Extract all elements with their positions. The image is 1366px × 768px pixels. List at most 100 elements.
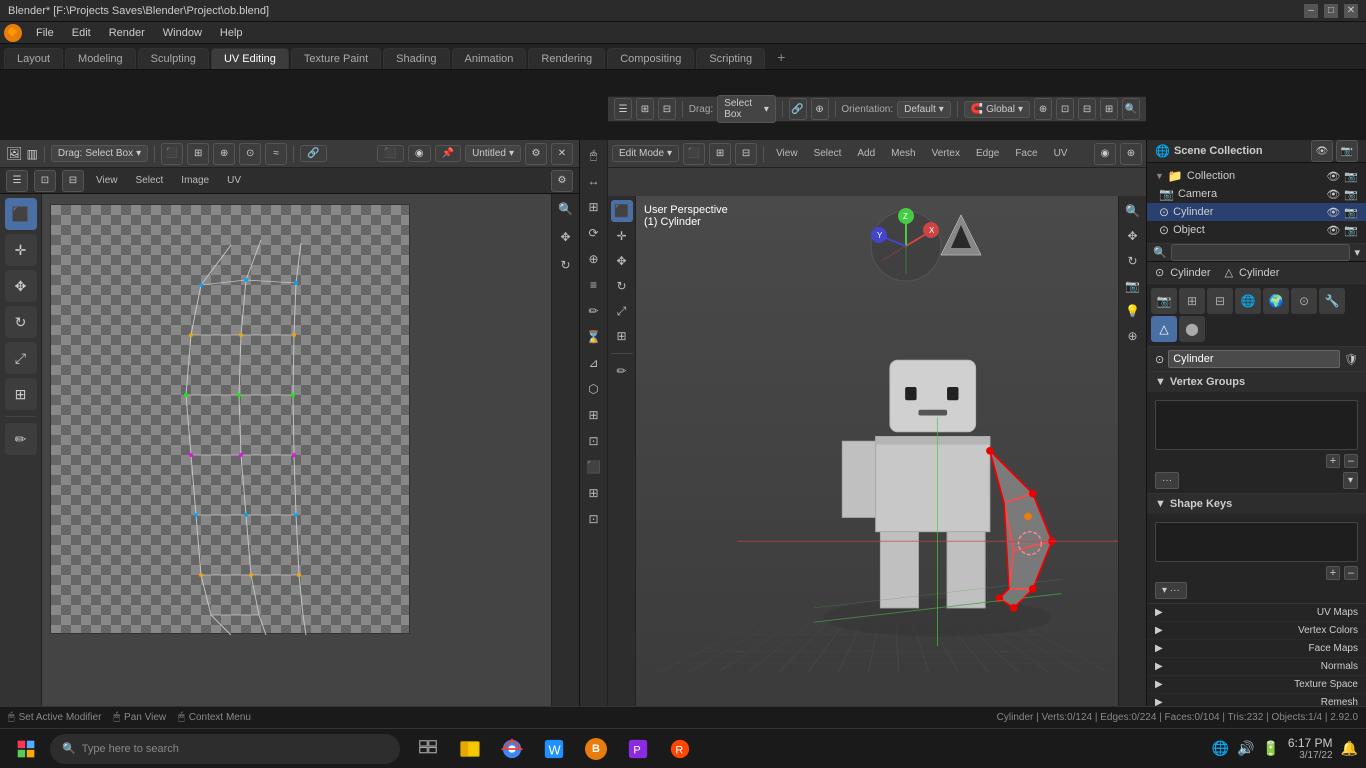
prop-btn-world[interactable]: 🌍 bbox=[1263, 288, 1289, 314]
vp2-right3[interactable]: ⊞ bbox=[1100, 98, 1118, 120]
mid-tool-3[interactable]: ⊞ bbox=[583, 196, 605, 218]
vp2-right4[interactable]: 🔍 bbox=[1122, 98, 1140, 120]
system-clock[interactable]: 6:17 PM 3/17/22 bbox=[1288, 736, 1333, 761]
uv-sub-icon3[interactable]: ⊟ bbox=[62, 170, 84, 192]
viewport-3d[interactable]: ⬛ ✛ ✥ ↻ ⤢ ⊞ ✏ User Perspective (1) Cylin… bbox=[608, 196, 1146, 752]
search-bar[interactable]: 🔍 Type here to search bbox=[50, 734, 400, 764]
transform-tool[interactable]: ⊞ bbox=[611, 325, 633, 347]
vp2-icon3[interactable]: ⊟ bbox=[658, 98, 676, 120]
menu-file[interactable]: File bbox=[28, 25, 62, 41]
uv-maps-row[interactable]: ▶ UV Maps bbox=[1147, 604, 1366, 622]
texture-space-row[interactable]: ▶ Texture Space bbox=[1147, 676, 1366, 694]
mid-tool-11[interactable]: ⊞ bbox=[583, 404, 605, 426]
taskbar-sound-icon[interactable]: 🔊 bbox=[1237, 740, 1254, 757]
prop-btn-output[interactable]: ⊞ bbox=[1179, 288, 1205, 314]
edit-mode-dropdown[interactable]: Edit Mode ▾ bbox=[612, 145, 679, 162]
3d-menu-add[interactable]: Add bbox=[851, 146, 881, 161]
tab-sculpting[interactable]: Sculpting bbox=[138, 48, 209, 69]
prop-btn-view[interactable]: ⊟ bbox=[1207, 288, 1233, 314]
select-tool[interactable]: ⬛ bbox=[611, 200, 633, 222]
mid-tool-7[interactable]: ✏ bbox=[583, 300, 605, 322]
uv-header-icon3[interactable]: ⊕ bbox=[213, 143, 235, 165]
cylinder-name-input[interactable] bbox=[1168, 350, 1340, 368]
uv-right-icon3[interactable]: ↻ bbox=[555, 254, 577, 276]
uv-menu-select[interactable]: Select bbox=[130, 173, 170, 188]
collection-camera[interactable]: 📷 Camera 👁 📷 bbox=[1147, 185, 1366, 203]
menu-render[interactable]: Render bbox=[101, 25, 153, 41]
close-button[interactable]: ✕ bbox=[1344, 4, 1358, 18]
tab-scripting[interactable]: Scripting bbox=[696, 48, 765, 69]
taskbar-app6[interactable]: R bbox=[662, 733, 698, 765]
uv-rotate-tool[interactable]: ↻ bbox=[5, 306, 37, 338]
sk-add-button[interactable]: + bbox=[1326, 566, 1340, 580]
mid-tool-15[interactable]: ⊡ bbox=[583, 508, 605, 530]
orientation-value-btn[interactable]: Default ▾ bbox=[897, 101, 951, 118]
prop-btn-scene[interactable]: 🌐 bbox=[1235, 288, 1261, 314]
prop-btn-modifier[interactable]: 🔧 bbox=[1319, 288, 1345, 314]
uv-header-icon4[interactable]: ⊙ bbox=[239, 143, 261, 165]
start-button[interactable] bbox=[8, 733, 44, 765]
cursor-tool[interactable]: ✛ bbox=[611, 225, 633, 247]
taskbar-chrome[interactable] bbox=[494, 733, 530, 765]
uv-overlay-btn[interactable]: ◉ bbox=[408, 145, 431, 162]
tab-shading[interactable]: Shading bbox=[383, 48, 449, 69]
viewport-overlay-btn[interactable]: ◉ bbox=[1094, 143, 1116, 165]
uv-menu-view[interactable]: View bbox=[90, 173, 124, 188]
vg-more-options[interactable]: ▾ bbox=[1343, 472, 1358, 489]
vp2-right1[interactable]: ⊡ bbox=[1056, 98, 1074, 120]
uv-filename-btn[interactable]: Untitled ▾ bbox=[465, 145, 521, 162]
3d-menu-uv[interactable]: UV bbox=[1048, 146, 1074, 161]
normals-row[interactable]: ▶ Normals bbox=[1147, 658, 1366, 676]
tab-layout[interactable]: Layout bbox=[4, 48, 63, 69]
vp-right-tool3[interactable]: ↻ bbox=[1122, 250, 1144, 272]
annotate-tool[interactable]: ✏ bbox=[611, 360, 633, 382]
prop-btn-object[interactable]: ⊙ bbox=[1291, 288, 1317, 314]
mid-tool-10[interactable]: ⬡ bbox=[583, 378, 605, 400]
mid-tool-14[interactable]: ⊞ bbox=[583, 482, 605, 504]
vp-right-tool5[interactable]: 💡 bbox=[1122, 300, 1144, 322]
collection-render[interactable]: 📷 bbox=[1336, 140, 1358, 162]
3d-menu-mesh[interactable]: Mesh bbox=[885, 146, 921, 161]
drag-mode-button[interactable]: Drag: Select Box ▾ bbox=[51, 145, 148, 162]
menu-help[interactable]: Help bbox=[212, 25, 251, 41]
collection-visibility[interactable]: 👁 bbox=[1311, 140, 1333, 162]
mid-tool-9[interactable]: ⊿ bbox=[583, 352, 605, 374]
uv-sub-icon2[interactable]: ⊡ bbox=[34, 170, 56, 192]
mid-tool-5[interactable]: ⊕ bbox=[583, 248, 605, 270]
taskbar-blender[interactable]: B bbox=[578, 733, 614, 765]
uv-header-icon5[interactable]: ≈ bbox=[265, 143, 287, 165]
shape-keys-header[interactable]: ▼ Shape Keys bbox=[1147, 494, 1366, 514]
uv-image-settings[interactable]: ⚙ bbox=[525, 143, 547, 165]
uv-transform-tool[interactable]: ⊞ bbox=[5, 378, 37, 410]
uv-scale-tool[interactable]: ⤢ bbox=[5, 342, 37, 374]
vp2-snap1[interactable]: 🔗 bbox=[789, 98, 807, 120]
vg-remove-button[interactable]: – bbox=[1344, 454, 1358, 468]
collection-cylinder1[interactable]: ⊙ Cylinder 👁 📷 bbox=[1147, 203, 1366, 221]
3d-menu-edge[interactable]: Edge bbox=[970, 146, 1005, 161]
vertex-groups-header[interactable]: ▼ Vertex Groups bbox=[1147, 372, 1366, 392]
navigation-gizmo[interactable]: X Z Y bbox=[866, 206, 946, 286]
taskbar-battery-icon[interactable]: 🔋 bbox=[1262, 740, 1279, 757]
mid-tool-6[interactable]: ≡ bbox=[583, 274, 605, 296]
tab-rendering[interactable]: Rendering bbox=[528, 48, 605, 69]
uv-header-icon1[interactable]: ⬛ bbox=[161, 143, 183, 165]
collection-object[interactable]: ⊙ Object 👁 📷 bbox=[1147, 221, 1366, 239]
uv-select-tool[interactable]: ⬛ bbox=[5, 198, 37, 230]
vp-right-tool1[interactable]: 🔍 bbox=[1122, 200, 1144, 222]
scale-tool[interactable]: ⤢ bbox=[611, 300, 633, 322]
tab-texture-paint[interactable]: Texture Paint bbox=[291, 48, 381, 69]
uv-annotate-tool[interactable]: ✏ bbox=[5, 423, 37, 455]
mid-tool-12[interactable]: ⊡ bbox=[583, 430, 605, 452]
3d-menu-vertex[interactable]: Vertex bbox=[926, 146, 966, 161]
uv-sub-icon1[interactable]: ☰ bbox=[6, 170, 28, 192]
viewport-gizmo-btn[interactable]: ⊕ bbox=[1120, 143, 1142, 165]
sk-remove-button[interactable]: – bbox=[1344, 566, 1358, 580]
mid-tool-13[interactable]: ⬛ bbox=[583, 456, 605, 478]
prop-btn-render[interactable]: 📷 bbox=[1151, 288, 1177, 314]
uv-sync-toggle[interactable]: 🔗 bbox=[300, 145, 326, 162]
mid-tool-8[interactable]: ⌛ bbox=[583, 326, 605, 348]
tab-animation[interactable]: Animation bbox=[452, 48, 527, 69]
taskbar-app5[interactable]: P bbox=[620, 733, 656, 765]
vg-add-button[interactable]: + bbox=[1326, 454, 1340, 468]
vp-right-tool6[interactable]: ⊕ bbox=[1122, 325, 1144, 347]
